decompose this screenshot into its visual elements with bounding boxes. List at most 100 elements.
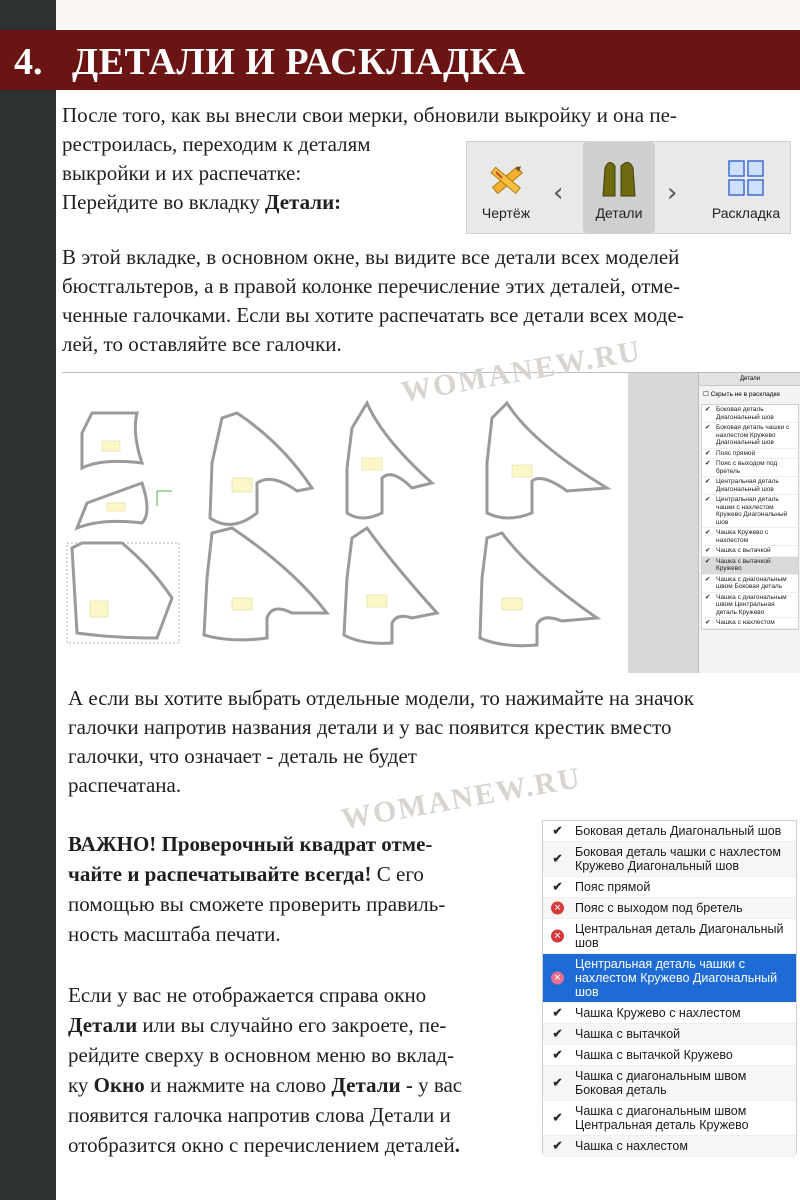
list-item[interactable]: ✔ Чашка с вытачкой (543, 1024, 796, 1045)
para4-line-3: рейдите сверху в основном меню во вклад- (68, 1043, 455, 1067)
toolbar-details-button[interactable]: Детали (583, 142, 655, 233)
panel-row[interactable]: ✔ Боковая деталь чашки с нахлестом Кружев… (702, 423, 798, 449)
check-icon[interactable]: ✔ (705, 594, 710, 602)
para3-line-2: галочки напротив названия детали и у вас… (68, 715, 672, 739)
panel-row-label: Чашка с нахлестом (716, 619, 775, 626)
important-bold-1: ВАЖНО! Проверочный квадрат отме- (68, 832, 433, 856)
para4-line-2-text: или вы случайно его закроете, пе- (137, 1013, 447, 1037)
hide-not-in-layout-checkbox[interactable]: ☐ Скрыть не в раскладке (699, 386, 800, 404)
check-icon[interactable]: ✔ (705, 406, 710, 414)
para4-l4-c: у вас (412, 1073, 463, 1097)
check-icon[interactable]: ✔ (705, 496, 710, 504)
para2-line-1: В этой вкладке, в основном окне, вы види… (62, 245, 680, 269)
panel-row[interactable]: ✔ Чашка Кружево с нахлестом (702, 528, 798, 546)
check-icon[interactable]: ✔ (705, 450, 710, 458)
cross-icon[interactable]: ✕ (551, 929, 564, 943)
para4-line-4: ку Окно и нажмите на слово Детали - у ва… (68, 1071, 462, 1099)
intro-line-4-bold: Детали: (265, 190, 342, 214)
intro-line-1: После того, как вы внесли свои мерки, об… (62, 103, 677, 127)
check-icon[interactable]: ✔ (705, 558, 710, 566)
panel-row-label: Боковая деталь Диагональный шов (716, 406, 774, 421)
check-icon[interactable]: ✔ (551, 852, 564, 866)
check-icon[interactable]: ✔ (705, 576, 710, 584)
details-panel-title: Детали (699, 373, 800, 386)
list-item[interactable]: ✔ Чашка Кружево с нахлестом (543, 1003, 796, 1024)
cross-icon[interactable]: ✕ (551, 971, 564, 985)
list-item-label: Чашка с диагональным швом Центральная де… (575, 1104, 749, 1132)
check-icon[interactable]: ✔ (705, 619, 710, 627)
list-item[interactable]: ✕ Пояс с выходом под бретель (543, 898, 796, 919)
list-item-label: Пояс прямой (575, 880, 651, 894)
intro-line-3: выкройки и их распечатке: (62, 161, 302, 185)
panel-row-label: Чашка Кружево с нахлестом (716, 529, 769, 544)
list-item[interactable]: ✔ Чашка с диагональным швом Боковая детал… (543, 1066, 796, 1101)
important-line-3: помощью вы сможете проверить правиль- (68, 892, 446, 916)
list-item-selected[interactable]: ✕ Центральная деталь чашки с нахлестом Кр… (543, 954, 796, 1003)
panel-row[interactable]: ✔ Чашка с диагональным швом Центральная д… (702, 593, 798, 618)
check-icon[interactable]: ✔ (705, 478, 710, 486)
list-item-label: Чашка Кружево с нахлестом (575, 1006, 741, 1020)
para3-line-3: галочки, что означает - деталь не будет (68, 744, 417, 768)
para4-line-6: отобразится окно с перечислением деталей… (68, 1131, 460, 1159)
panel-row-label: Пояс прямой (716, 449, 756, 457)
app-toolbar: Чертёж ‹ Детали › Раскладка (466, 141, 791, 234)
list-item-label: Чашка с диагональным швом Боковая деталь (575, 1069, 747, 1097)
hide-not-in-layout-label: Скрыть не в раскладке (710, 391, 781, 398)
toolbar-layout-label: Раскладка (711, 205, 781, 221)
check-icon[interactable]: ✔ (705, 424, 710, 432)
details-panel: Детали ☐ Скрыть не в раскладке ✔ Боковая … (698, 373, 800, 673)
para4-l6-a: отобразится окно с перечислением деталей (68, 1133, 455, 1157)
panel-row[interactable]: ✔ Пояс прямой (702, 449, 798, 459)
check-icon[interactable]: ✔ (551, 880, 564, 894)
cross-icon[interactable]: ✕ (551, 901, 564, 915)
check-icon[interactable]: ✔ (551, 1006, 564, 1020)
panel-row[interactable]: ✔ Боковая деталь Диагональный шов (702, 405, 798, 423)
check-icon[interactable]: ✔ (551, 1076, 564, 1090)
important-line-1: ВАЖНО! Проверочный квадрат отме- (68, 830, 432, 858)
check-icon[interactable]: ✔ (551, 1111, 564, 1125)
canvas-scroll-gutter (628, 373, 698, 673)
panel-row-label: Чашка с диагональным швом Боковая деталь (716, 575, 787, 591)
check-icon[interactable]: ✔ (551, 1027, 564, 1041)
check-icon[interactable]: ✔ (551, 1139, 564, 1153)
pattern-pieces-icon (602, 162, 636, 197)
list-item[interactable]: ✔ Боковая деталь чашки с нахлестом Кружев… (543, 842, 796, 877)
intro-line-4: Перейдите во вкладку Детали: (62, 188, 341, 216)
toolbar-layout-button[interactable]: Раскладка (703, 142, 789, 233)
panel-row[interactable]: ✔ Чашка с нахлестом (702, 618, 798, 629)
pattern-pieces-drawing (66, 399, 612, 648)
panel-row[interactable]: ✔ Пояс с выходом под бретель (702, 459, 798, 477)
section-banner: 4. ДЕТАЛИ И РАСКЛАДКА (0, 30, 800, 90)
intro-line-2: рестроилась, переходим к деталям (62, 132, 371, 156)
important-bold-2: чайте и распечатывайте всегда! (68, 862, 372, 886)
list-item[interactable]: ✔ Чашка с диагональным швом Центральная д… (543, 1101, 796, 1136)
check-icon[interactable]: ✔ (705, 547, 710, 555)
para4-bold-details-2: Детали - (331, 1073, 413, 1097)
list-item-label: Центральная деталь чашки с нахлестом Кру… (575, 957, 778, 999)
list-item[interactable]: ✕ Центральная деталь Диагональный шов (543, 919, 796, 954)
para3-line-4: распечатана. (68, 773, 182, 797)
toolbar-next-chevron-icon[interactable]: › (667, 178, 677, 208)
check-icon[interactable]: ✔ (551, 1048, 564, 1062)
list-item-label: Чашка с вытачкой (575, 1027, 681, 1041)
list-item[interactable]: ✔ Пояс прямой (543, 877, 796, 898)
list-item[interactable]: ✔ Чашка с вытачкой Кружево (543, 1045, 796, 1066)
toolbar-draft-button[interactable]: Чертёж (471, 142, 541, 233)
list-item[interactable]: ✔ Боковая деталь Диагональный шов (543, 821, 796, 842)
panel-row[interactable]: ✔ Чашка с диагональным швом Боковая детал… (702, 575, 798, 593)
panel-row[interactable]: ✔ Чашка с вытачкой (702, 546, 798, 557)
panel-row-selected[interactable]: ✔ Чашка с вытачкой Кружево (702, 556, 798, 575)
panel-row[interactable]: ✔ Центральная деталь Диагональный шов (702, 477, 798, 495)
pattern-canvas[interactable] (62, 373, 628, 673)
toolbar-prev-chevron-icon[interactable]: ‹ (553, 178, 563, 208)
para4-l4-a: ку (68, 1073, 94, 1097)
list-item[interactable]: ✔ Чашка с нахлестом (543, 1136, 796, 1157)
list-item-label: Пояс с выходом под бретель (575, 901, 743, 915)
check-icon[interactable]: ✔ (705, 529, 710, 537)
check-icon[interactable]: ✔ (551, 824, 564, 838)
panel-row-label: Чашка с вытачкой Кружево (716, 557, 771, 573)
check-icon[interactable]: ✔ (705, 460, 710, 468)
important-rest-2: С его (371, 862, 424, 886)
details-panel-list: ✔ Боковая деталь Диагональный шов ✔ Бокова… (701, 404, 799, 630)
panel-row[interactable]: ✔ Центральная деталь чашки с нахлестом Кр… (702, 495, 798, 528)
